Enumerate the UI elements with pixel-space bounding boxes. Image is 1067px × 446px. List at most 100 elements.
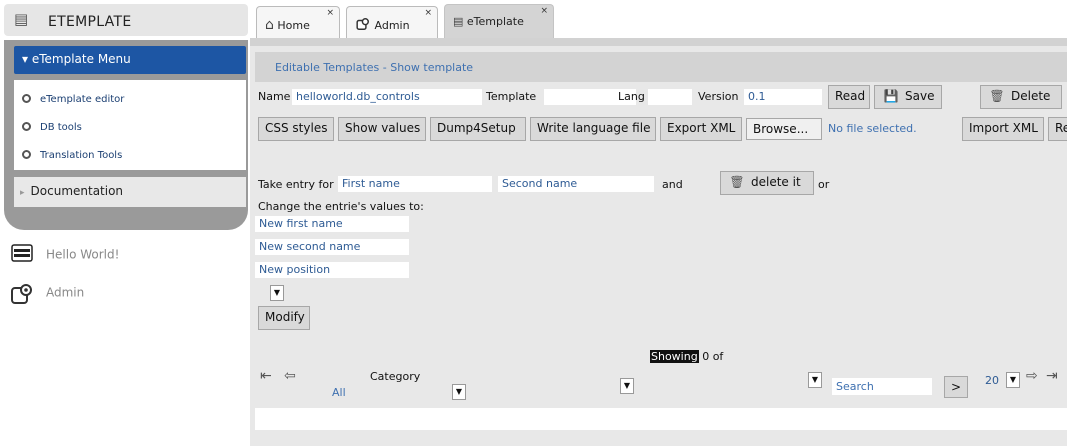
main-strip	[250, 38, 1067, 46]
write-language-file-button[interactable]: Write language file	[530, 117, 656, 141]
tab-home[interactable]: ⌂ Home ×	[256, 6, 340, 38]
documentation-header[interactable]: ▸ Documentation	[14, 177, 246, 207]
bullet-icon	[22, 122, 31, 131]
etemplate-icon: ▤	[453, 15, 464, 28]
sidebar-item-label: Translation Tools	[40, 150, 123, 161]
sidebar-menu: ▾ eTemplate Menu eTemplate editor DB too…	[4, 40, 248, 230]
new-position-input[interactable]: New position	[255, 262, 409, 278]
main-content: Editable Templates - Show template Name …	[250, 38, 1067, 446]
etemplate-icon: ▤	[14, 10, 29, 28]
tab-etemplate[interactable]: ▤ eTemplate ×	[444, 4, 554, 42]
breadcrumb: Editable Templates - Show template	[255, 52, 1067, 82]
new-first-name-input[interactable]: New first name	[255, 216, 409, 232]
tab-label: Home	[277, 19, 310, 32]
documentation-label: Documentation	[30, 184, 124, 198]
sidebar: ▤ ETEMPLATE ▾ eTemplate Menu eTemplate e…	[0, 0, 250, 446]
next-page-icon[interactable]: ⇨	[1026, 368, 1038, 384]
sidebar-item-label: DB tools	[40, 122, 82, 133]
tab-admin[interactable]: Admin ×	[346, 6, 438, 38]
delete-label: Delete	[1011, 89, 1051, 103]
showing-text: Showing 0 of	[650, 350, 723, 363]
import-xml-button[interactable]: Import XML	[962, 117, 1044, 141]
filter-select[interactable]	[494, 372, 634, 394]
page-size-value[interactable]: 20	[985, 374, 999, 387]
sidebar-item-translation-tools[interactable]: Translation Tools	[22, 150, 122, 170]
first-page-icon[interactable]: ⇤	[260, 368, 272, 384]
export-xml-button[interactable]: Export XML	[660, 117, 742, 141]
name-input[interactable]: helloworld.db_controls	[292, 89, 482, 105]
table-row	[255, 408, 1067, 430]
sidebar-item-label: eTemplate editor	[40, 94, 125, 105]
save-icon: 💾	[883, 89, 899, 103]
tab-label: Admin	[374, 19, 410, 32]
showing-count: 0 of	[702, 350, 724, 363]
triangle-down-icon: ▾	[22, 52, 29, 66]
lang-label: Lang	[618, 90, 645, 103]
delete-it-button[interactable]: 🗑 delete it	[720, 171, 814, 195]
app-header: ▤ ETEMPLATE	[4, 4, 248, 36]
css-styles-button[interactable]: CSS styles	[258, 117, 334, 141]
dump4setup-button[interactable]: Dump4Setup	[430, 117, 526, 141]
filter-dropdown[interactable]: ▼	[620, 378, 634, 394]
category-label: Category	[370, 370, 421, 383]
filter2-select[interactable]	[642, 368, 822, 390]
show-values-button[interactable]: Show values	[338, 117, 426, 141]
bullet-icon	[22, 150, 31, 159]
last-page-icon[interactable]: ⇥	[1046, 368, 1058, 384]
app-title: ETEMPLATE	[48, 14, 132, 30]
no-file-text: No file selected.	[828, 122, 917, 135]
or-label: or	[818, 178, 830, 191]
breadcrumb-text: Editable Templates - Show template	[275, 61, 474, 74]
select-dropdown[interactable]: ▼	[270, 285, 284, 301]
menu-header-label: eTemplate Menu	[31, 52, 131, 66]
app-link-hello-world[interactable]: Hello World!	[10, 244, 119, 268]
search-go-button[interactable]: >	[944, 376, 968, 398]
admin-icon	[10, 282, 34, 304]
app-link-admin[interactable]: Admin	[10, 282, 84, 306]
delete-it-label: delete it	[751, 175, 801, 189]
sidebar-item-db-tools[interactable]: DB tools	[22, 122, 82, 142]
first-name-input[interactable]: First name	[338, 176, 492, 192]
tab-bar: ⌂ Home × Admin × ▤ eTemplate ×	[250, 0, 1067, 42]
showing-highlight: Showing	[650, 350, 699, 363]
lang-input[interactable]	[648, 89, 692, 105]
bullet-icon	[22, 94, 31, 103]
new-second-name-input[interactable]: New second name	[255, 239, 409, 255]
menu-header[interactable]: ▾ eTemplate Menu	[14, 46, 246, 74]
hello-world-icon	[10, 244, 34, 266]
tab-label: eTemplate	[466, 15, 524, 28]
app-link-label: Admin	[46, 285, 85, 300]
version-input[interactable]: 0.1	[744, 89, 822, 105]
cut-off-button[interactable]: Re	[1048, 117, 1067, 141]
triangle-right-icon: ▸	[20, 188, 25, 198]
and-label: and	[662, 178, 683, 191]
sidebar-item-etemplate-editor[interactable]: eTemplate editor	[22, 94, 124, 114]
modify-button[interactable]: Modify	[258, 306, 310, 330]
home-icon: ⌂	[265, 17, 274, 33]
category-dropdown[interactable]: ▼	[452, 384, 466, 400]
app-link-label: Hello World!	[46, 247, 120, 262]
close-icon[interactable]: ×	[540, 6, 548, 16]
category-value[interactable]: All	[332, 386, 346, 399]
version-label: Version	[698, 90, 739, 103]
take-entry-label: Take entry for	[258, 178, 334, 191]
change-values-label: Change the entrie's values to:	[258, 200, 424, 213]
template-label: Template	[486, 90, 537, 103]
close-icon[interactable]: ×	[424, 8, 432, 18]
read-button[interactable]: Read	[828, 85, 870, 109]
trash-icon: 🗑	[729, 175, 745, 189]
filter2-dropdown[interactable]: ▼	[808, 372, 822, 388]
second-name-input[interactable]: Second name	[498, 176, 654, 192]
save-label: Save	[905, 89, 935, 103]
prev-page-icon[interactable]: ⇦	[284, 368, 296, 384]
name-label: Name	[258, 90, 291, 103]
trash-icon: 🗑	[989, 89, 1005, 103]
menu-items: eTemplate editor DB tools Translation To…	[14, 80, 246, 170]
admin-icon	[355, 18, 375, 32]
save-button[interactable]: 💾 Save	[874, 85, 942, 109]
close-icon[interactable]: ×	[326, 8, 334, 18]
browse-button[interactable]: Browse...	[746, 118, 822, 140]
delete-button[interactable]: 🗑 Delete	[980, 85, 1062, 109]
page-size-dropdown[interactable]: ▼	[1006, 372, 1020, 388]
search-input[interactable]: Search	[832, 378, 932, 395]
